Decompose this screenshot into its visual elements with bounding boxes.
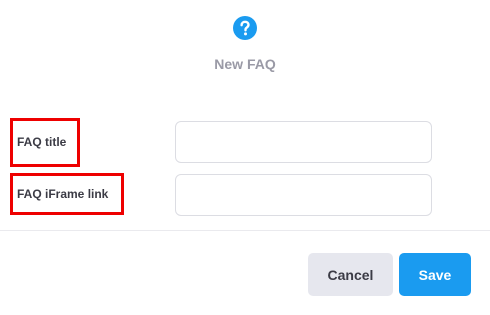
faq-iframe-link-input[interactable] <box>175 174 432 216</box>
footer-divider <box>0 230 490 231</box>
faq-iframe-link-label: FAQ iFrame link <box>17 187 109 201</box>
save-button[interactable]: Save <box>399 253 471 296</box>
help-circle-icon <box>233 16 257 40</box>
new-faq-dialog: New FAQ FAQ title FAQ iFrame link Cancel… <box>0 0 490 315</box>
dialog-title: New FAQ <box>214 56 276 72</box>
faq-title-input[interactable] <box>175 121 432 163</box>
cancel-button[interactable]: Cancel <box>308 253 393 296</box>
faq-title-label: FAQ title <box>17 135 67 149</box>
